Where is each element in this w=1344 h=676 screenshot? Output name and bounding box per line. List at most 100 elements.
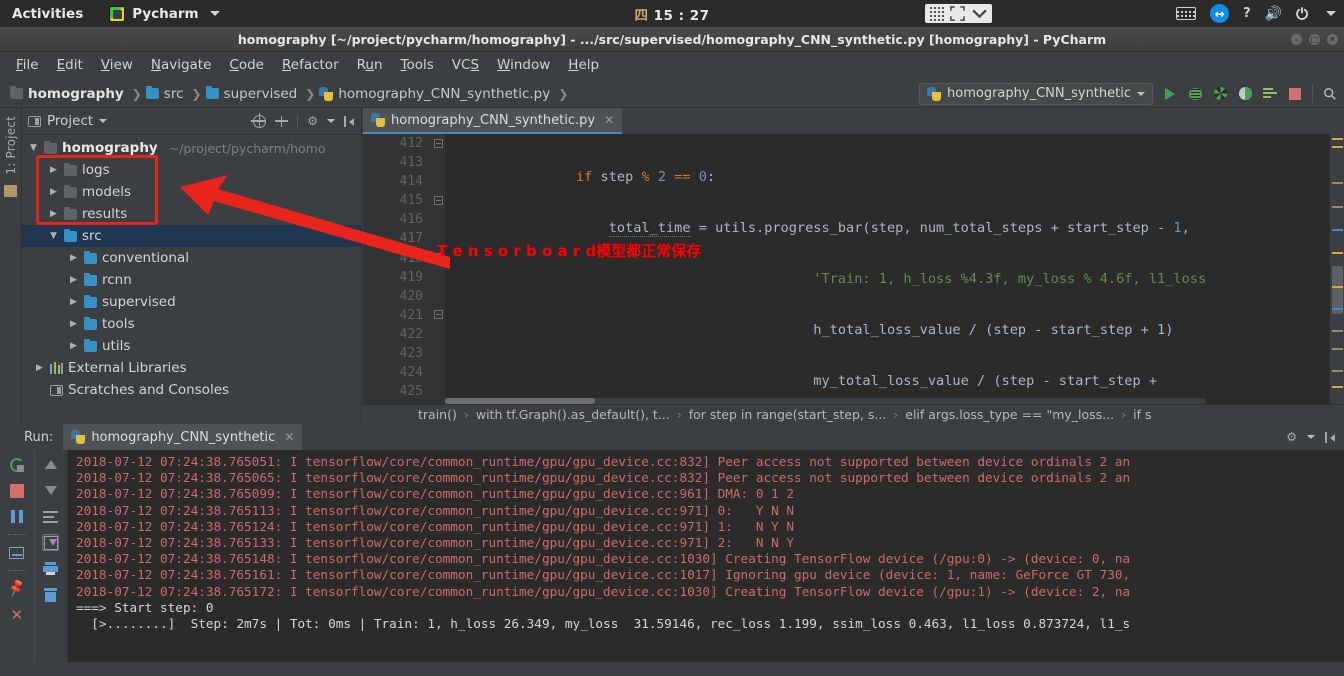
tree-item-homography[interactable]: homography ~/project/pycharm/homo — [22, 137, 361, 159]
editor-breadcrumb-item[interactable]: with tf.Graph().as_default(), t... — [476, 407, 670, 422]
chevron-down-icon[interactable] — [1307, 435, 1315, 439]
grid-icon[interactable] — [929, 6, 944, 21]
fold-marker[interactable]: − — [434, 139, 443, 148]
tree-item-rcnn[interactable]: rcnn — [22, 269, 361, 291]
locate-icon[interactable] — [251, 112, 267, 128]
soft-wrap-icon[interactable] — [42, 508, 59, 525]
tree-item-tools[interactable]: tools — [22, 313, 361, 335]
menu-vcs[interactable]: VCS — [444, 55, 487, 75]
debug-icon[interactable] — [1187, 86, 1203, 102]
maximize-button[interactable]: □ — [1309, 33, 1320, 45]
chevron-right-icon[interactable] — [68, 253, 79, 263]
console-icon[interactable] — [8, 544, 25, 561]
chevron-right-icon[interactable] — [48, 187, 59, 197]
chevron-right-icon[interactable] — [68, 297, 79, 307]
breadcrumb-src[interactable]: src — [145, 86, 188, 102]
editor-breadcrumb-item[interactable]: if s — [1133, 407, 1151, 422]
scroll-down-icon[interactable] — [42, 482, 59, 499]
pause-icon[interactable] — [8, 508, 25, 525]
tree-item-src[interactable]: src — [22, 225, 361, 247]
breadcrumb-file[interactable]: homography_CNN_synthetic.py — [319, 86, 554, 102]
run-with-console-icon[interactable] — [1262, 86, 1278, 102]
close-icon[interactable]: ✕ — [604, 113, 614, 127]
warning-stripe[interactable] — [1332, 182, 1343, 184]
editor-scrollbar[interactable] — [1330, 134, 1344, 404]
info-stripe[interactable] — [1332, 308, 1343, 310]
tree-item-external-libraries[interactable]: External Libraries — [22, 357, 361, 379]
chevron-down-icon[interactable] — [99, 119, 108, 123]
warning-stripe[interactable] — [1332, 206, 1343, 208]
warning-stripe[interactable] — [1332, 146, 1343, 148]
menu-run[interactable]: Run — [349, 55, 391, 75]
chevron-right-icon[interactable] — [34, 363, 45, 373]
volume-icon[interactable]: 🔊 — [1265, 4, 1282, 24]
chevron-right-icon[interactable] — [48, 165, 59, 175]
minimize-button[interactable]: – — [1291, 33, 1302, 45]
breadcrumb-supervised[interactable]: supervised — [205, 86, 302, 102]
window-controls-group[interactable] — [925, 4, 992, 23]
rerun-icon[interactable] — [8, 456, 25, 473]
editor-scroll-thumb[interactable] — [1332, 266, 1343, 314]
stop-icon[interactable] — [8, 482, 25, 499]
fold-marker[interactable]: − — [434, 310, 443, 319]
warning-stripe[interactable] — [1332, 348, 1343, 350]
editor-fold-column[interactable]: − − − − — [431, 134, 445, 404]
clear-all-icon[interactable] — [42, 586, 59, 603]
editor-tab-homography-cnn-synthetic[interactable]: homography_CNN_synthetic.py ✕ — [363, 108, 623, 134]
info-stripe[interactable] — [1332, 229, 1343, 231]
tree-item-scratches[interactable]: Scratches and Consoles — [22, 379, 361, 401]
app-menu-button[interactable]: Pycharm — [109, 5, 220, 22]
settings-gear-icon[interactable]: ⚙ — [307, 114, 318, 128]
chevron-right-icon[interactable] — [68, 341, 79, 351]
menu-edit[interactable]: Edit — [49, 55, 91, 75]
activities-button[interactable]: Activities — [12, 6, 83, 22]
structure-mini-icon[interactable] — [4, 184, 17, 197]
scroll-up-icon[interactable] — [42, 456, 59, 473]
tree-item-conventional[interactable]: conventional — [22, 247, 361, 269]
run-console-output[interactable]: 2018-07-12 07:24:38.765051: I tensorflow… — [68, 450, 1344, 676]
breadcrumb-homography[interactable]: homography — [10, 86, 128, 102]
warning-stripe[interactable] — [1332, 370, 1343, 372]
warning-stripe[interactable] — [1332, 330, 1343, 332]
stop-icon[interactable] — [1287, 86, 1303, 102]
chevron-down-icon[interactable] — [971, 7, 988, 20]
keyboard-icon[interactable] — [1176, 4, 1197, 24]
pin-icon[interactable]: 📌 — [6, 578, 28, 600]
menu-navigate[interactable]: Navigate — [143, 55, 220, 75]
teamviewer-icon[interactable]: ↔ — [1210, 4, 1230, 24]
chevron-down-icon[interactable] — [1326, 11, 1336, 16]
run-icon[interactable] — [1162, 86, 1178, 102]
fold-marker[interactable]: − — [434, 196, 443, 205]
run-tab-homography-cnn-synthetic[interactable]: homography_CNN_synthetic ✕ — [63, 424, 303, 450]
menu-view[interactable]: View — [93, 55, 141, 75]
profile-icon[interactable] — [1237, 86, 1253, 102]
hide-icon[interactable] — [344, 115, 355, 127]
close-button[interactable]: ✕ — [1327, 33, 1338, 45]
print-icon[interactable] — [42, 560, 59, 577]
run-configuration-selector[interactable]: homography_CNN_synthetic — [919, 82, 1153, 105]
tree-item-utils[interactable]: utils — [22, 335, 361, 357]
warning-stripe[interactable] — [1332, 286, 1343, 288]
tree-item-results[interactable]: results — [22, 203, 361, 225]
menu-refactor[interactable]: Refactor — [274, 55, 347, 75]
hide-icon[interactable] — [1325, 431, 1336, 443]
tree-item-logs[interactable]: logs — [22, 159, 361, 181]
editor-breadcrumb-item[interactable]: for step in range(start_step, s... — [689, 407, 887, 422]
warning-stripe[interactable] — [1332, 252, 1343, 254]
tree-item-models[interactable]: models — [22, 181, 361, 203]
chevron-right-icon[interactable] — [68, 275, 79, 285]
menu-window[interactable]: Window — [489, 55, 558, 75]
power-icon[interactable]: ⏻ — [1296, 4, 1308, 24]
warning-stripe[interactable] — [1332, 138, 1343, 140]
menu-tools[interactable]: Tools — [393, 55, 442, 75]
editor-code[interactable]: if step % 2 == 0: total_time = utils.pro… — [445, 134, 1330, 404]
chevron-right-icon[interactable] — [48, 209, 59, 219]
search-icon[interactable] — [1322, 86, 1338, 102]
help-icon[interactable]: ? — [1243, 4, 1251, 24]
collapse-all-icon[interactable] — [275, 115, 289, 128]
chevron-down-icon[interactable] — [327, 119, 335, 123]
menu-help[interactable]: Help — [560, 55, 607, 75]
warning-stripe[interactable] — [1332, 386, 1343, 388]
editor-breadcrumb-item[interactable]: train() — [418, 407, 457, 422]
editor-gutter[interactable]: 412 413 414 415 416 417 418 419 420 421 … — [363, 134, 431, 418]
